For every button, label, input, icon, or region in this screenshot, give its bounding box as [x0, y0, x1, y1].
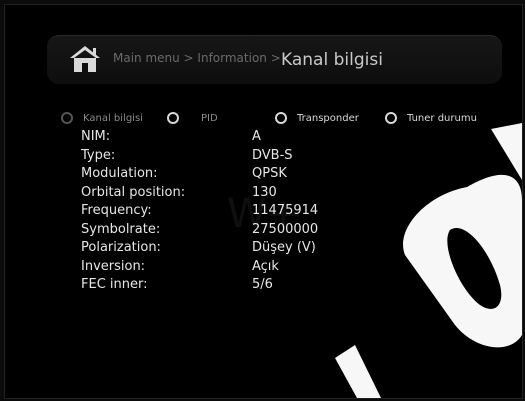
info-value: QPSK — [252, 166, 287, 181]
radio-icon — [275, 112, 287, 124]
radio-icon — [167, 112, 179, 124]
tab-transponder[interactable]: Transponder — [275, 108, 359, 128]
tab-label: Transponder — [297, 112, 359, 124]
tab-label: PID — [201, 112, 218, 124]
info-value: 5/6 — [252, 277, 273, 292]
info-row-modulation: Modulation: QPSK — [81, 166, 441, 185]
info-value: DVB-S — [252, 147, 293, 163]
info-row-nim: NIM: A — [81, 129, 441, 148]
info-label: NIM: — [81, 129, 111, 144]
tv-screen: Main menu > Information > Kanal bilgisi … — [4, 4, 523, 399]
info-row-polarization: Polarization: Düşey (V) — [81, 240, 441, 259]
transponder-info-list: NIM: A Type: DVB-S Modulation: QPSK Orbi… — [81, 129, 441, 296]
info-value: 27500000 — [252, 221, 319, 237]
info-row-type: Type: DVB-S — [81, 148, 441, 167]
tab-pid[interactable]: PID — [167, 108, 218, 128]
info-value: 11475914 — [252, 203, 319, 218]
info-label: Orbital position: — [81, 184, 186, 200]
tab-bar: Kanal bilgisi PID Transponder Tuner duru… — [5, 108, 522, 128]
info-value: Açık — [252, 258, 279, 274]
info-row-frequency: Frequency: 11475914 — [81, 203, 441, 222]
info-label: Type: — [81, 147, 116, 163]
tab-label: Kanal bilgisi — [83, 112, 143, 124]
radio-icon — [61, 112, 73, 124]
tab-kanal-bilgisi[interactable]: Kanal bilgisi — [61, 108, 143, 128]
info-label: Symbolrate: — [81, 221, 161, 237]
info-label: Inversion: — [81, 258, 146, 274]
info-label: FEC inner: — [81, 277, 148, 292]
info-row-inversion: Inversion: Açık — [81, 259, 441, 278]
breadcrumb: Main menu > Information > — [113, 51, 281, 65]
info-row-orbital-position: Orbital position: 130 — [81, 185, 441, 204]
info-value: A — [252, 129, 261, 144]
info-value: 130 — [252, 184, 277, 200]
page-title: Kanal bilgisi — [281, 50, 383, 70]
info-label: Polarization: — [81, 240, 161, 255]
tab-label: Tuner durumu — [407, 112, 477, 124]
info-label: Frequency: — [81, 203, 152, 218]
radio-icon — [385, 112, 397, 124]
home-icon[interactable] — [69, 45, 101, 73]
info-value: Düşey (V) — [252, 240, 316, 255]
info-row-symbolrate: Symbolrate: 27500000 — [81, 222, 441, 241]
tab-tuner-durumu[interactable]: Tuner durumu — [385, 108, 477, 128]
info-row-fec-inner: FEC inner: 5/6 — [81, 277, 441, 296]
info-label: Modulation: — [81, 166, 158, 181]
